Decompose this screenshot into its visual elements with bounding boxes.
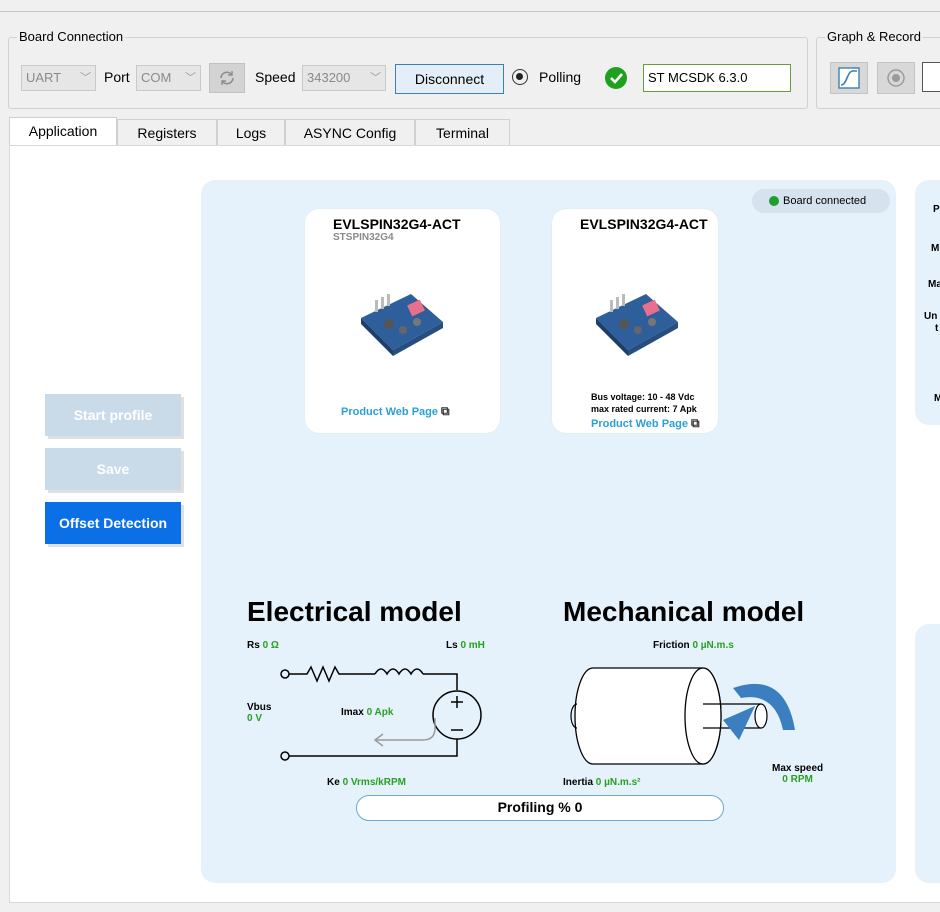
right-label: M xyxy=(931,243,940,254)
offset-detection-button[interactable]: Offset Detection xyxy=(45,502,181,544)
board-name: EVLSPIN32G4-ACT xyxy=(580,216,708,232)
right-label: P xyxy=(933,204,940,215)
start-profile-button[interactable]: Start profile xyxy=(45,394,181,436)
port-value: COM xyxy=(141,70,172,85)
polling-label: Polling xyxy=(539,69,582,85)
port-label: Port xyxy=(104,69,130,85)
chevron-down-icon: ﹀ xyxy=(185,72,196,84)
right-panel-bottom xyxy=(915,624,940,883)
speed-value: 343200 xyxy=(307,70,351,85)
chevron-down-icon: ﹀ xyxy=(370,72,381,84)
mechanical-model-title: Mechanical model xyxy=(563,596,805,627)
board-spec: max rated current: 7 Apk xyxy=(591,404,697,414)
graph-record-legend: Graph & Record xyxy=(825,29,923,44)
right-label: M xyxy=(934,393,940,404)
status-dot xyxy=(769,196,779,206)
profiling-label: Profiling % 0 xyxy=(497,799,583,815)
board-name: EVLSPIN32G4-ACT xyxy=(333,216,461,232)
refresh-icon xyxy=(220,71,234,85)
board-spec: Bus voltage: 10 - 48 Vdc xyxy=(591,392,695,402)
external-link-icon: ⧉ xyxy=(441,404,450,418)
tab-logs[interactable]: Logs xyxy=(217,119,285,145)
board-chip: STSPIN32G4 xyxy=(333,232,394,243)
tab-async-config[interactable]: ASYNC Config xyxy=(285,119,415,145)
title-separator xyxy=(0,11,940,12)
link-text: Product Web Page xyxy=(341,406,438,418)
chevron-down-icon: ﹀ xyxy=(80,72,91,84)
graph-button[interactable] xyxy=(830,62,868,94)
vbus-readout: Vbus 0 V xyxy=(247,702,272,724)
refresh-button[interactable] xyxy=(209,63,245,93)
profiling-progress-bar: Profiling % 0 xyxy=(356,795,724,821)
tab-terminal[interactable]: Terminal xyxy=(415,119,510,145)
speed-dropdown[interactable]: 343200 ﹀ xyxy=(302,65,386,91)
graph-icon xyxy=(838,67,860,89)
speed-label: Speed xyxy=(255,69,296,85)
product-web-page-link[interactable]: Product Web Page ⧉ xyxy=(341,404,450,419)
inertia-readout: Inertia 0 µN.m.s² xyxy=(563,777,641,788)
tab-application[interactable]: Application xyxy=(9,117,117,146)
record-field[interactable] xyxy=(922,62,940,92)
right-panel-top xyxy=(915,180,940,425)
ls-readout: Ls 0 mH xyxy=(446,640,485,651)
rs-readout: Rs 0 Ω xyxy=(247,640,279,651)
save-button[interactable]: Save xyxy=(45,448,181,490)
right-label: Ma xyxy=(928,279,940,290)
link-text: Product Web Page xyxy=(591,418,688,430)
interface-dropdown[interactable]: UART ﹀ xyxy=(21,65,96,91)
max-speed-readout: Max speed 0 RPM xyxy=(772,763,824,785)
external-link-icon: ⧉ xyxy=(691,416,700,430)
electrical-model-title: Electrical model xyxy=(247,596,462,627)
disconnect-button[interactable]: Disconnect xyxy=(395,64,504,94)
port-dropdown[interactable]: COM ﹀ xyxy=(136,65,201,91)
polling-radio[interactable] xyxy=(512,69,528,85)
board-image xyxy=(596,294,678,356)
motor-diagram xyxy=(570,667,795,765)
imax-readout: Imax 0 Apk xyxy=(341,707,394,718)
record-button[interactable] xyxy=(877,62,915,94)
tab-registers[interactable]: Registers xyxy=(117,119,217,145)
product-web-page-link[interactable]: Product Web Page ⧉ xyxy=(591,416,700,431)
ke-readout: Ke 0 Vrms/kRPM xyxy=(327,777,406,788)
board-image xyxy=(361,294,443,356)
interface-value: UART xyxy=(26,70,62,85)
record-icon xyxy=(887,69,905,87)
board-connection-legend: Board Connection xyxy=(17,29,126,44)
firmware-field: ST MCSDK 6.3.0 xyxy=(643,64,791,92)
right-label: Un xyxy=(924,311,938,322)
friction-readout: Friction 0 µN.m.s xyxy=(653,640,734,651)
status-badge: Board connected xyxy=(752,189,890,213)
check-icon xyxy=(605,67,627,89)
right-label: t xyxy=(935,323,939,334)
status-text: Board connected xyxy=(783,195,867,207)
